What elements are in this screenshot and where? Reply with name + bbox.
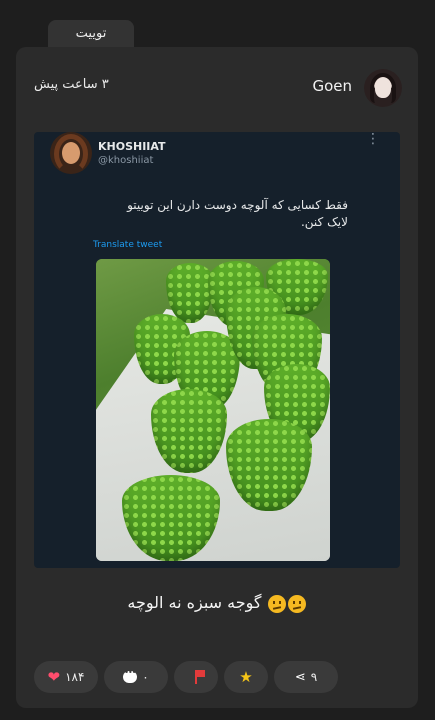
more-vertical-icon[interactable]: ⋮	[366, 132, 380, 146]
username[interactable]: Goen	[312, 77, 352, 95]
confused-face-icon	[267, 594, 286, 613]
tweet-author-handle: @khoshiiat	[98, 155, 154, 166]
tweet-text: فقط کسایی که آلوچه دوست دارن این توییتو …	[127, 198, 348, 229]
flag-icon	[195, 670, 205, 684]
tab-tweet[interactable]: توییت	[48, 20, 134, 47]
comment-button[interactable]: ۰	[104, 661, 168, 693]
share-count: ۹	[310, 670, 318, 684]
tab-tweet-label: توییت	[75, 26, 107, 41]
tweet-author-name: KHOSHIIAT	[98, 140, 166, 153]
post-header: Goen ۳ ساعت پیش	[16, 47, 418, 127]
report-button[interactable]	[174, 661, 218, 693]
post-body-text: گوجه سبزه نه الوچه	[127, 593, 262, 612]
avatar[interactable]	[364, 69, 402, 107]
share-button[interactable]: ⋖ ۹	[274, 661, 338, 693]
tweet-photo	[96, 259, 330, 561]
translate-tweet-link[interactable]: Translate tweet	[93, 240, 162, 250]
action-bar: ❤ ۱۸۴ ۰ ★ ⋖ ۹	[34, 661, 404, 693]
embedded-tweet[interactable]: KHOSHIIAT @khoshiiat ⋮ فقط کسایی که آلوچ…	[34, 132, 400, 568]
post-card: Goen ۳ ساعت پیش KHOSHIIAT @khoshiiat ⋮ ف…	[16, 47, 418, 708]
comment-icon	[123, 668, 138, 683]
star-icon: ★	[239, 668, 253, 686]
favorite-button[interactable]: ★	[224, 661, 268, 693]
like-count: ۱۸۴	[65, 670, 85, 684]
confused-face-icon	[287, 594, 306, 613]
like-button[interactable]: ❤ ۱۸۴	[34, 661, 98, 693]
tweet-avatar	[50, 132, 92, 174]
post-time: ۳ ساعت پیش	[34, 77, 109, 92]
comment-count: ۰	[142, 670, 149, 684]
share-icon: ⋖	[294, 669, 306, 685]
heart-icon: ❤	[47, 668, 61, 686]
post-body: گوجه سبزه نه الوچه	[16, 593, 418, 613]
